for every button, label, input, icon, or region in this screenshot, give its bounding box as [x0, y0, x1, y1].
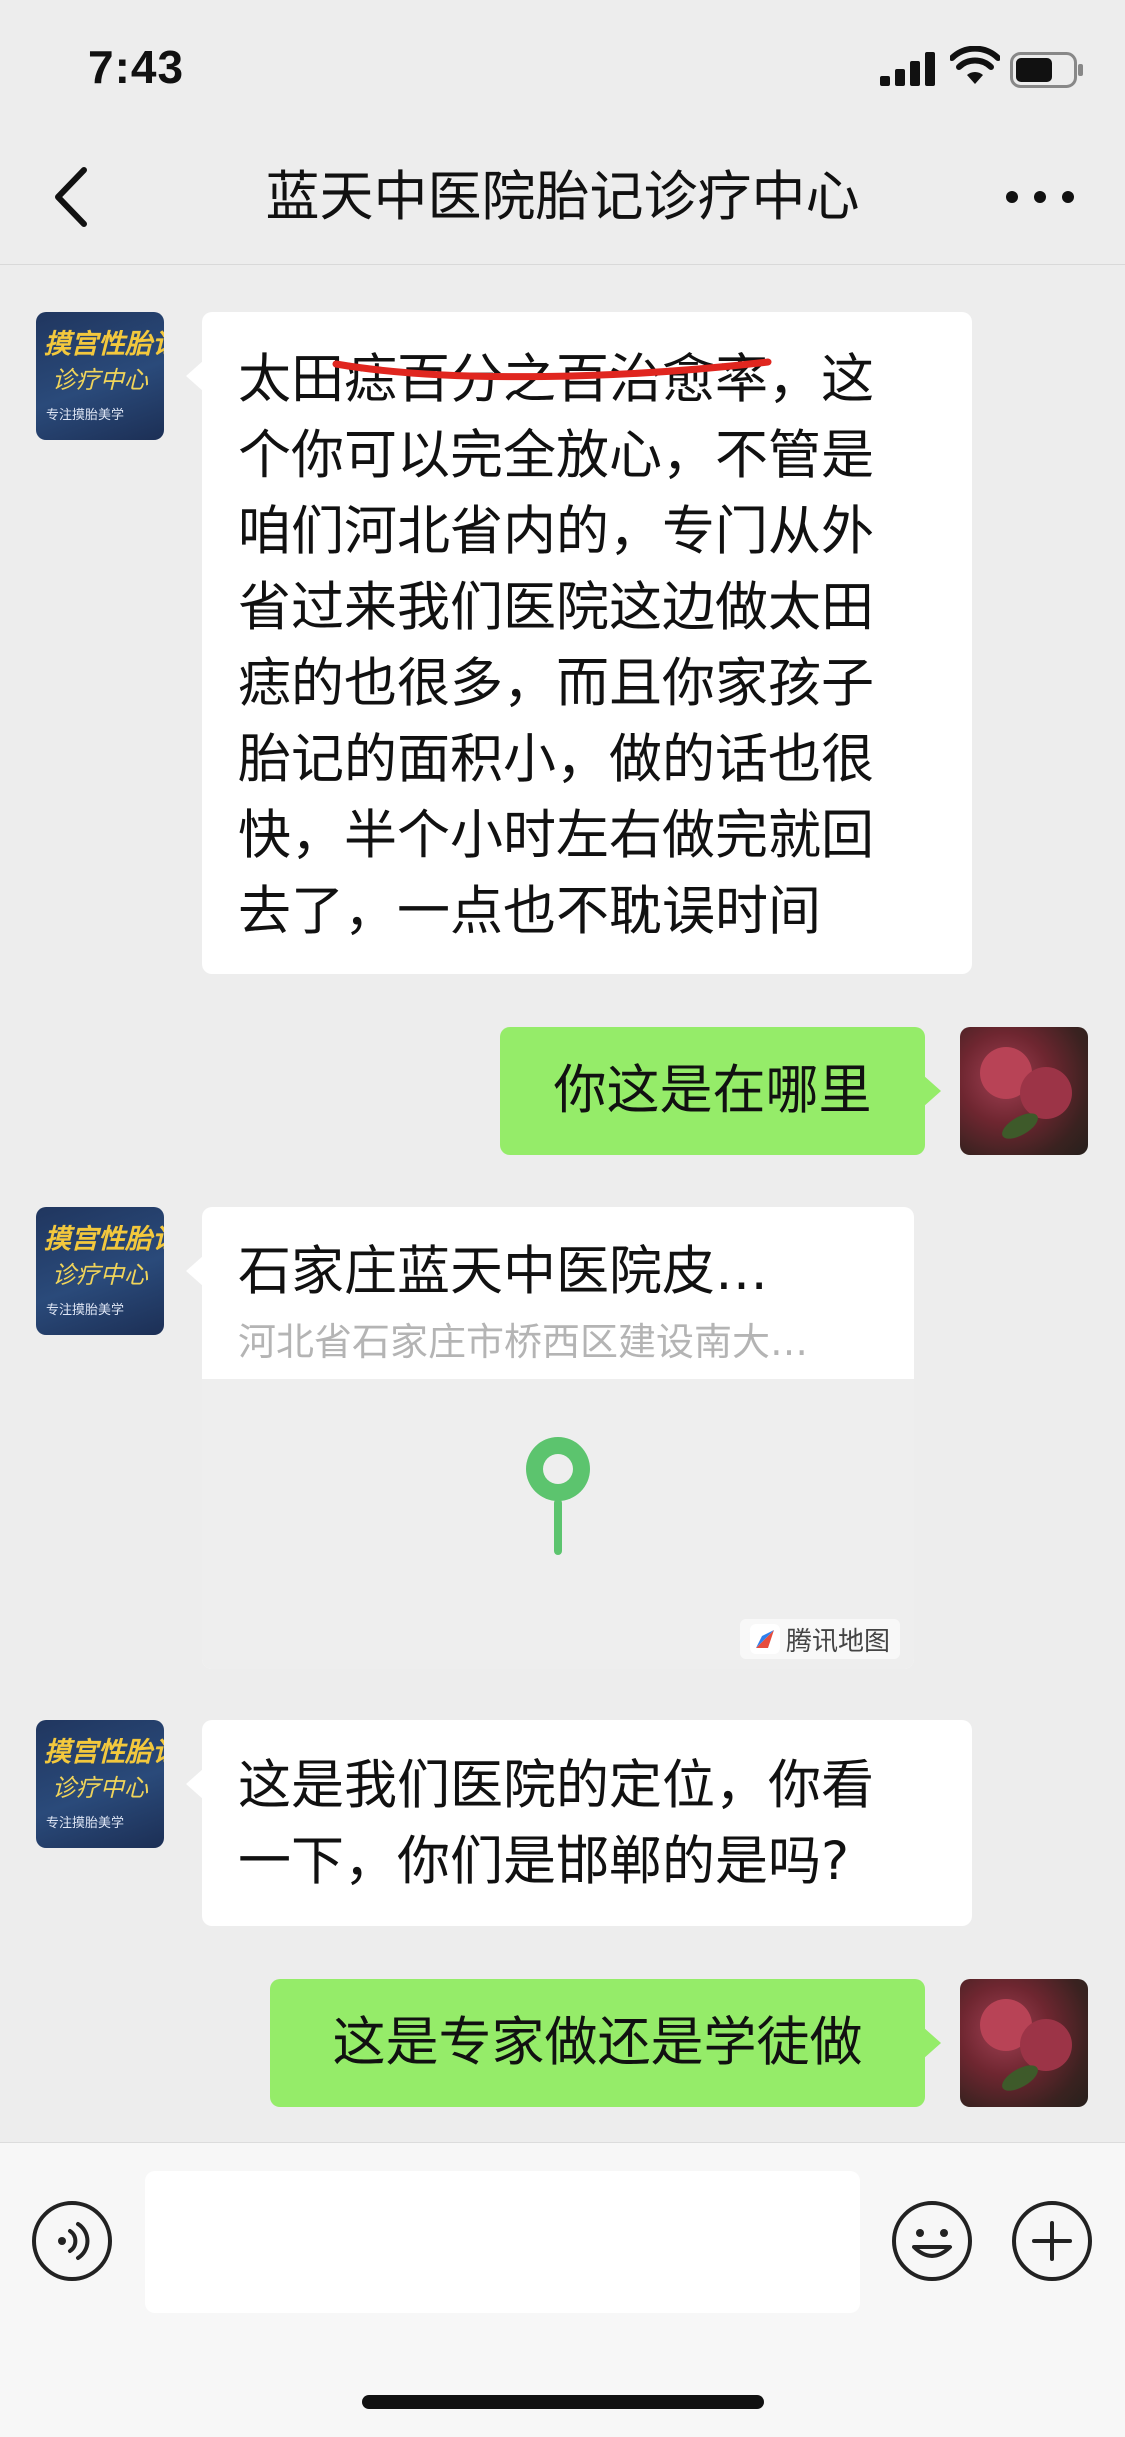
avatar-logo-slogan: 专注摸胎美学 [46, 408, 125, 423]
voice-icon[interactable] [30, 2199, 114, 2283]
back-icon[interactable] [40, 162, 110, 232]
message-input[interactable] [145, 2171, 860, 2313]
status-time: 7:43 [88, 41, 185, 93]
avatar-photo-petal [1020, 2019, 1072, 2071]
location-card[interactable]: 石家庄蓝天中医院皮… 河北省石家庄市桥西区建设南大… 腾讯地图 [202, 1207, 914, 1669]
map-pin-icon [526, 1437, 590, 1555]
status-bar: 7:43 [0, 0, 1125, 132]
signal-icon [880, 52, 935, 86]
avatar-logo-subtext: 诊疗中心 [52, 1261, 148, 1289]
location-map-preview[interactable]: 腾讯地图 [202, 1379, 914, 1669]
emoji-icon[interactable] [890, 2199, 974, 2283]
user-avatar[interactable] [960, 1027, 1088, 1155]
contact-avatar[interactable]: 摸宫性胎记 诊疗中心 专注摸胎美学 [36, 1720, 164, 1848]
wifi-icon [950, 46, 1000, 84]
avatar-photo-leaf [998, 1108, 1042, 1144]
contact-avatar[interactable]: 摸宫性胎记 诊疗中心 专注摸胎美学 [36, 1207, 164, 1335]
message-text: 这是专家做还是学徒做 [332, 2012, 863, 2073]
tencent-map-logo-icon [749, 1624, 780, 1654]
more-icon[interactable] [1000, 162, 1080, 232]
message-bubble-incoming[interactable]: 太田痣百分之百治愈率，这 个你可以完全放心，不管是 咱们河北省内的，专门从外 省… [186, 312, 972, 974]
avatar-photo-leaf [998, 2060, 1042, 2096]
user-avatar[interactable] [960, 1979, 1088, 2107]
avatar-logo-slogan: 专注摸胎美学 [46, 1816, 125, 1831]
message-text: 太田痣百分之百治愈率，这 个你可以完全放心，不管是 咱们河北省内的，专门从外 省… [238, 349, 874, 942]
nav-bar: 蓝天中医院胎记诊疗中心 [0, 132, 1125, 265]
avatar-logo-subtext: 诊疗中心 [52, 366, 148, 394]
message-bubble-outgoing[interactable]: 你这是在哪里 [500, 1027, 941, 1155]
avatar-logo-text: 摸宫性胎记 [44, 1737, 164, 1768]
message-text: 这是我们医院的定位，你看 一下，你们是邯郸的是吗? [238, 1755, 874, 1892]
avatar-logo-subtext: 诊疗中心 [52, 1774, 148, 1802]
location-address: 河北省石家庄市桥西区建设南大… [238, 1320, 809, 1364]
avatar-logo-text: 摸宫性胎记 [44, 1224, 164, 1255]
input-bar [0, 2142, 1125, 2437]
avatar-logo-slogan: 专注摸胎美学 [46, 1303, 125, 1318]
chat-title: 蓝天中医院胎记诊疗中心 [265, 165, 860, 228]
avatar-photo-petal [1020, 1067, 1072, 1119]
message-bubble-incoming[interactable]: 这是我们医院的定位，你看 一下，你们是邯郸的是吗? [186, 1720, 972, 1926]
message-text: 你这是在哪里 [553, 1060, 872, 1121]
avatar-logo-text: 摸宫性胎记 [44, 329, 164, 360]
location-name: 石家庄蓝天中医院皮… [238, 1241, 768, 1302]
map-provider-badge: 腾讯地图 [739, 1619, 900, 1659]
plus-icon[interactable] [1010, 2199, 1094, 2283]
message-bubble-outgoing[interactable]: 这是专家做还是学徒做 [270, 1979, 941, 2107]
map-provider-label: 腾讯地图 [785, 1626, 890, 1657]
home-indicator[interactable] [362, 2395, 764, 2409]
contact-avatar[interactable]: 摸宫性胎记 诊疗中心 专注摸胎美学 [36, 312, 164, 440]
battery-icon [1010, 52, 1083, 88]
